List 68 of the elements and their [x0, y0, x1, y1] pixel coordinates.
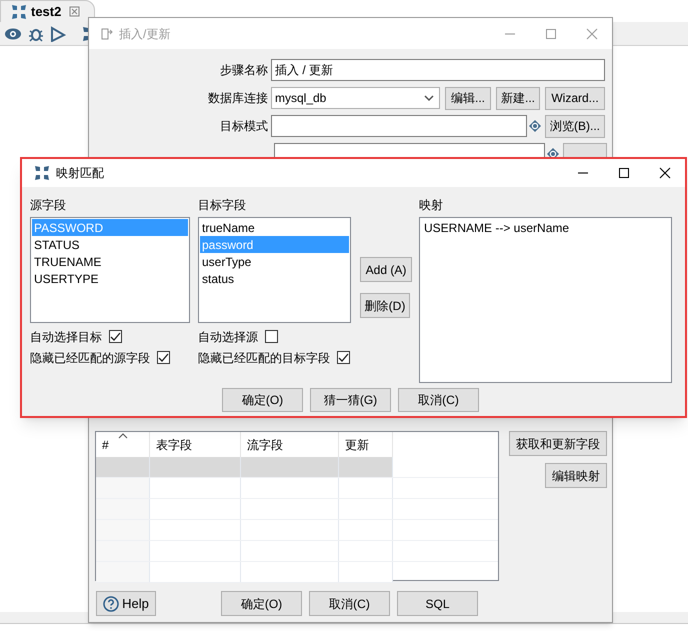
- table-cell[interactable]: [96, 457, 150, 477]
- table-cell[interactable]: [339, 562, 393, 582]
- button[interactable]: 获取和更新字段: [509, 431, 607, 456]
- check-icon: [110, 332, 121, 342]
- table-cell[interactable]: [96, 562, 150, 582]
- list-item[interactable]: trueName: [200, 219, 349, 236]
- delete-button[interactable]: 删除(D): [360, 293, 410, 318]
- field-label: 数据库连接: [207, 90, 269, 107]
- table-cell[interactable]: [96, 520, 150, 540]
- button[interactable]: 编辑...: [445, 86, 491, 110]
- sort-icon[interactable]: [118, 433, 128, 439]
- checkbox[interactable]: [265, 330, 278, 343]
- maximize-icon[interactable]: [618, 167, 630, 179]
- checkbox-label: 隐藏已经匹配的目标字段: [198, 350, 330, 366]
- eye-icon[interactable]: [4, 26, 22, 42]
- table-cell[interactable]: [96, 478, 150, 498]
- table-cell[interactable]: [241, 457, 339, 477]
- window-title: 插入/更新: [119, 26, 170, 42]
- table-cell[interactable]: [96, 499, 150, 519]
- checkbox-label: 自动选择目标: [30, 328, 102, 346]
- table-cell[interactable]: [96, 541, 150, 561]
- editor-tab[interactable]: test2: [0, 0, 95, 23]
- button[interactable]: 编辑映射: [545, 463, 607, 488]
- checkbox-label: 隐藏已经匹配的源字段: [30, 350, 150, 366]
- check-icon: [338, 352, 349, 362]
- table-cell[interactable]: [150, 562, 241, 582]
- add-button[interactable]: Add (A): [360, 257, 412, 282]
- text-field[interactable]: [271, 115, 527, 137]
- list-item[interactable]: userType: [200, 253, 349, 270]
- list-label: 映射: [419, 197, 444, 212]
- window-title: 映射匹配: [56, 165, 104, 182]
- list-label: 源字段: [30, 197, 67, 212]
- help-button[interactable]: Help: [96, 591, 156, 616]
- button[interactable]: 确定(O): [222, 388, 303, 412]
- button[interactable]: SQL: [397, 591, 478, 616]
- table-cell[interactable]: [241, 562, 339, 582]
- button[interactable]: 新建...: [496, 86, 540, 110]
- arrows-icon: [11, 4, 27, 20]
- list-item[interactable]: USERTYPE: [32, 270, 188, 287]
- button[interactable]: 确定(O): [221, 591, 302, 616]
- button[interactable]: 取消(C): [309, 591, 390, 616]
- field-label: 步骤名称: [219, 62, 269, 79]
- dropdown[interactable]: mysql_db: [271, 87, 440, 109]
- check-icon: [158, 352, 169, 362]
- play-icon[interactable]: [50, 26, 66, 42]
- diamond-icon[interactable]: [529, 120, 541, 132]
- close-icon[interactable]: [659, 167, 671, 179]
- checkbox[interactable]: [109, 330, 122, 343]
- list-label: 目标字段: [198, 197, 247, 212]
- list-item[interactable]: STATUS: [32, 236, 188, 253]
- button[interactable]: 猜一猜(G): [310, 388, 391, 412]
- caret-icon: [423, 93, 435, 103]
- list-item[interactable]: TRUENAME: [32, 253, 188, 270]
- help-icon: [103, 596, 120, 612]
- browse-button[interactable]: 浏览(B)...: [545, 114, 605, 138]
- checkbox[interactable]: [157, 351, 170, 364]
- document-icon: [99, 26, 113, 40]
- checkbox-label: 自动选择源: [198, 328, 258, 346]
- table-cell[interactable]: [339, 457, 393, 477]
- button[interactable]: 取消(C): [398, 388, 479, 412]
- text-field[interactable]: 插入 / 更新: [271, 59, 605, 81]
- checkbox[interactable]: [337, 351, 350, 364]
- arrows-icon: [34, 165, 50, 181]
- list-item[interactable]: status: [200, 270, 349, 287]
- list-item[interactable]: USERNAME --> userName: [421, 219, 670, 236]
- button[interactable]: Wizard...: [545, 86, 605, 110]
- table-cell[interactable]: [150, 457, 241, 477]
- field-label: 目标模式: [219, 118, 269, 135]
